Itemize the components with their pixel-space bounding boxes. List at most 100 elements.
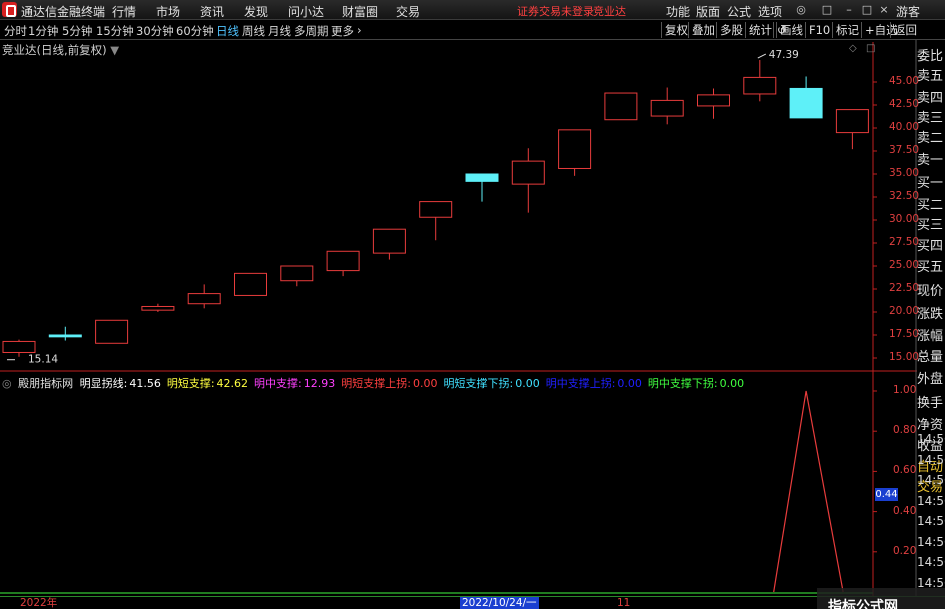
candle-body bbox=[604, 92, 638, 121]
indicator-field-label: 明中支撑上拐: bbox=[545, 377, 616, 390]
minimize-icon[interactable]: – bbox=[843, 4, 855, 16]
menu-trade[interactable]: 交易 bbox=[396, 3, 420, 20]
indicator-tick-label: 0.40 bbox=[893, 504, 917, 517]
cursor-value-badge: 0.44 bbox=[875, 488, 898, 501]
close-icon[interactable]: × bbox=[878, 4, 890, 16]
quote-label: 卖三 bbox=[917, 111, 944, 126]
period-more[interactable]: 更多 bbox=[331, 23, 354, 39]
menu-layout[interactable]: 版面 bbox=[696, 3, 720, 20]
period-60min[interactable]: 60分钟 bbox=[176, 23, 214, 39]
period-more-chevron-icon[interactable]: › bbox=[357, 23, 362, 37]
date-axis: 2022年 2022/10/24/一 11 bbox=[0, 596, 945, 609]
dropdown-circle-icon[interactable]: ▼ bbox=[110, 43, 119, 57]
stock-chart-title: 竞业达(日线,前复权) ▼ bbox=[2, 43, 120, 57]
period-5min[interactable]: 5分钟 bbox=[62, 23, 92, 39]
trade-login-status[interactable]: 证券交易未登录 bbox=[517, 3, 594, 19]
tool-draw-line[interactable]: 画线 bbox=[776, 22, 806, 38]
date-cursor-label: 2022/10/24/一 bbox=[460, 597, 539, 609]
tool-statistics[interactable]: 统计 bbox=[745, 22, 775, 38]
quote-label: 买五 bbox=[917, 260, 944, 275]
candle-body bbox=[558, 129, 592, 169]
high-price-label: 47.39 bbox=[769, 49, 799, 61]
period-15min[interactable]: 15分钟 bbox=[96, 23, 134, 39]
candle-body bbox=[743, 76, 777, 95]
price-tick-label: 40.00 bbox=[889, 121, 920, 133]
indicator-field-label: 明显拐线: bbox=[79, 377, 128, 390]
chart-grid bbox=[0, 40, 917, 596]
trade-time-label: 14:56 bbox=[917, 534, 945, 549]
quote-label: 净资 bbox=[917, 418, 944, 433]
indicator-header: ◎ 殿朋指标网 明显拐线: 41.56 明短支撑: 42.62 明中支撑: 12.93 明短… bbox=[2, 375, 753, 391]
quote-label: 买一 bbox=[917, 176, 944, 191]
indicator-field-value: 0.00 bbox=[719, 377, 745, 390]
candle-body bbox=[697, 94, 730, 107]
menu-wealth-circle[interactable]: 财富圈 bbox=[342, 3, 378, 20]
kline-chart[interactable]: 47.39 15.14 bbox=[0, 40, 945, 596]
tool-back[interactable]: 返回 bbox=[890, 22, 920, 38]
candle-body bbox=[187, 293, 221, 305]
period-multi[interactable]: 多周期 bbox=[294, 23, 329, 39]
indicator-field: 明短支撑上拐: 0.00 bbox=[341, 377, 440, 390]
candle-body bbox=[326, 250, 360, 272]
indicator-field-value: 12.93 bbox=[303, 377, 336, 390]
menu-ask-xiaoda[interactable]: 问小达 bbox=[288, 3, 324, 20]
message-icon[interactable]: □ bbox=[821, 4, 833, 16]
guest-user-label[interactable]: 游客 bbox=[896, 3, 920, 20]
indicator-name[interactable]: 殿朋指标网 bbox=[18, 377, 73, 390]
candle-body bbox=[280, 265, 314, 282]
candle-body bbox=[465, 173, 499, 182]
quote-label: 卖一 bbox=[917, 153, 944, 168]
tool-f10[interactable]: F10 bbox=[805, 22, 833, 38]
tool-multi-stock[interactable]: 多股 bbox=[716, 22, 746, 38]
title-bar: 通达信金融终端 行情 市场 资讯 发现 问小达 财富圈 交易 证券交易未登录 竞… bbox=[0, 0, 945, 20]
menu-formula[interactable]: 公式 bbox=[727, 3, 751, 20]
period-30min[interactable]: 30分钟 bbox=[136, 23, 174, 39]
menu-options[interactable]: 选项 bbox=[758, 3, 782, 20]
quote-label: 委比 bbox=[917, 49, 944, 64]
watermark-title: 指标公式网 bbox=[828, 599, 898, 609]
headset-icon[interactable]: ◎ bbox=[795, 4, 807, 16]
menu-discover[interactable]: 发现 bbox=[244, 3, 268, 20]
menu-market[interactable]: 市场 bbox=[156, 3, 180, 20]
trade-time-label: 14:56 bbox=[917, 514, 945, 528]
app-logo-icon bbox=[2, 2, 17, 17]
candle-body bbox=[650, 99, 684, 117]
quote-label: 总量 bbox=[917, 350, 944, 365]
quote-label: 涨跌 bbox=[917, 307, 944, 322]
period-weekly[interactable]: 周线 bbox=[242, 23, 265, 39]
price-tick-label: 42.50 bbox=[889, 98, 920, 110]
indicator-field-value: 0.00 bbox=[515, 377, 540, 390]
indicator-fields: 明显拐线: 41.56 明短支撑: 42.62 明中支撑: 12.93 明短支撑上拐: 0.0… bbox=[80, 377, 751, 390]
menu-function[interactable]: 功能 bbox=[666, 3, 690, 20]
indicator-field-value: 0.00 bbox=[617, 377, 642, 390]
diamond-icon[interactable]: ◇ bbox=[849, 43, 857, 54]
price-tick-label: 22.50 bbox=[889, 282, 920, 294]
quote-label: 买三 bbox=[917, 218, 944, 233]
candle-body bbox=[141, 305, 175, 311]
high-marker-line bbox=[757, 53, 767, 59]
candle-body bbox=[372, 228, 406, 254]
period-1min[interactable]: 1分钟 bbox=[28, 23, 58, 39]
quote-label: 外盘 bbox=[917, 372, 944, 387]
indicator-field: 明短支撑下拐: 0.00 bbox=[443, 377, 542, 390]
quote-label: 买二 bbox=[917, 198, 944, 213]
price-tick-label: 45.00 bbox=[889, 75, 920, 87]
tool-adjust[interactable]: 复权 bbox=[661, 22, 691, 38]
period-intraday[interactable]: 分时 bbox=[4, 23, 27, 39]
period-monthly[interactable]: 月线 bbox=[268, 23, 291, 39]
maximize-icon[interactable]: □ bbox=[861, 4, 873, 16]
tool-overlay[interactable]: 叠加 bbox=[688, 22, 718, 38]
indicator-field-label: 明短支撑: bbox=[166, 377, 215, 390]
price-tick-label: 30.00 bbox=[889, 213, 920, 225]
indicator-field: 明中支撑上拐: 0.00 bbox=[546, 377, 645, 390]
menu-news[interactable]: 资讯 bbox=[200, 3, 224, 20]
menu-quotes[interactable]: 行情 bbox=[112, 3, 136, 20]
indicator-field-label: 明短支撑下拐: bbox=[443, 377, 514, 390]
period-daily[interactable]: 日线 bbox=[216, 23, 239, 39]
tool-mark[interactable]: 标记 bbox=[832, 22, 862, 38]
expand-icon[interactable]: □ bbox=[866, 43, 875, 54]
price-tick-label: 25.00 bbox=[889, 259, 920, 271]
indicator-dropdown-icon[interactable]: ◎ bbox=[2, 377, 12, 390]
candle-body bbox=[419, 201, 453, 218]
price-tick-label: 35.00 bbox=[889, 167, 920, 179]
